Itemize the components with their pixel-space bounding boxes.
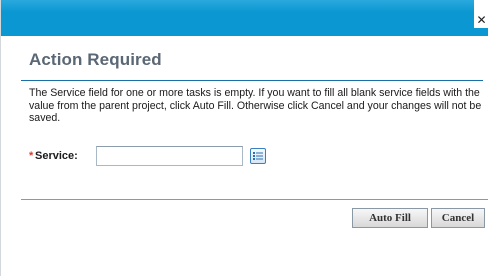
- service-input[interactable]: [96, 146, 243, 166]
- auto-fill-button[interactable]: Auto Fill: [352, 208, 428, 228]
- action-required-dialog: ✕ Action Required The Service field for …: [0, 0, 488, 276]
- dialog-message: The Service field for one or more tasks …: [29, 87, 482, 125]
- title-divider: [21, 80, 483, 81]
- dialog-titlebar: ✕: [1, 0, 488, 36]
- cancel-button[interactable]: Cancel: [431, 208, 485, 228]
- list-icon: [253, 152, 263, 160]
- close-button[interactable]: ✕: [474, 0, 488, 28]
- footer-area: [1, 247, 488, 276]
- footer-divider: [21, 199, 488, 200]
- close-icon: ✕: [476, 13, 487, 27]
- service-field-row: * Service:: [29, 146, 329, 168]
- dialog-title: Action Required: [29, 50, 162, 69]
- titlebar-gloss: [1, 0, 488, 12]
- required-marker: *: [29, 150, 34, 162]
- service-label: Service:: [35, 150, 78, 162]
- dialog-body: Action Required The Service field for on…: [1, 36, 488, 276]
- service-list-button[interactable]: [250, 148, 266, 164]
